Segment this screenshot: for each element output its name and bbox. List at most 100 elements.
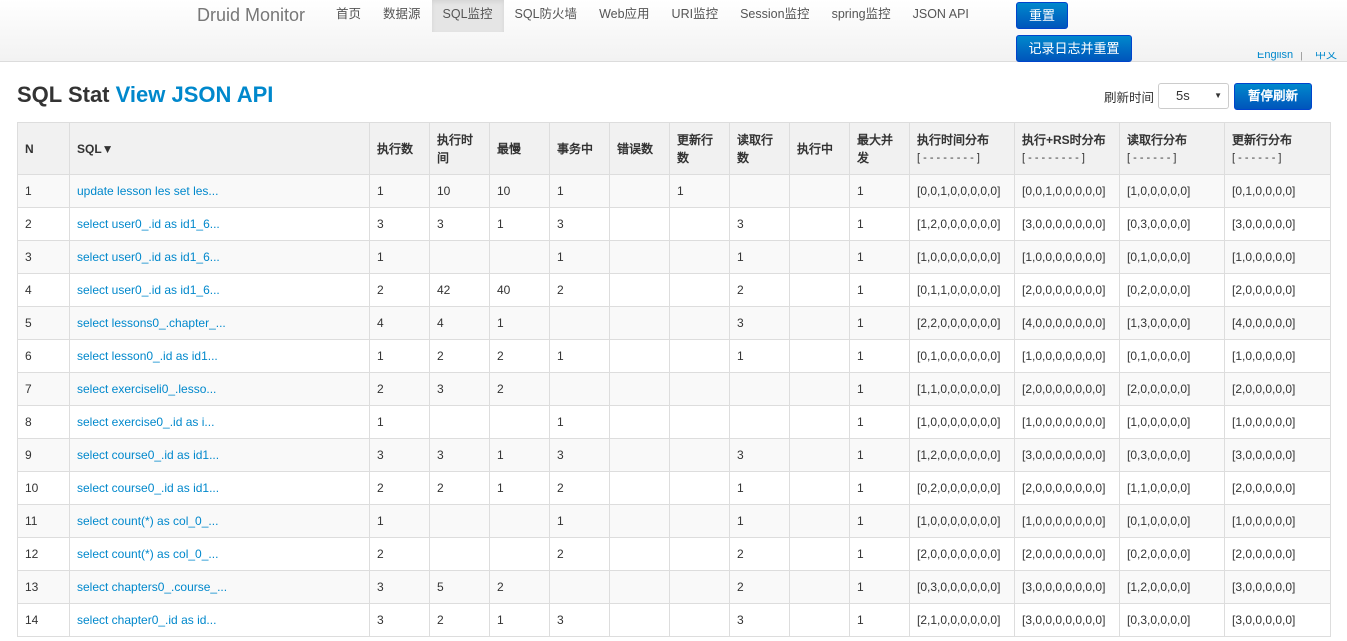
table-cell: 6 bbox=[17, 339, 70, 373]
brand-title[interactable]: Druid Monitor bbox=[197, 5, 305, 26]
table-cell: [1,2,0,0,0,0,0,0] bbox=[909, 207, 1015, 241]
column-header: 读取行数 bbox=[729, 122, 790, 175]
table-cell: [3,0,0,0,0,0,0,0] bbox=[1014, 207, 1120, 241]
table-cell bbox=[669, 603, 730, 637]
table-cell: 2 bbox=[489, 372, 550, 406]
table-cell: [2,0,0,0,0,0] bbox=[1119, 372, 1225, 406]
nav-item[interactable]: JSON API bbox=[902, 0, 980, 32]
table-cell bbox=[789, 306, 850, 340]
table-cell: select user0_.id as id1_6... bbox=[69, 240, 370, 274]
sql-link[interactable]: select count(*) as col_0_... bbox=[77, 547, 218, 561]
table-cell: 3 bbox=[729, 207, 790, 241]
table-cell bbox=[729, 174, 790, 208]
view-json-api-link[interactable]: View JSON API bbox=[116, 82, 274, 107]
nav-item[interactable]: Session监控 bbox=[729, 0, 820, 32]
table-cell bbox=[669, 240, 730, 274]
table-cell: [3,0,0,0,0,0] bbox=[1224, 207, 1331, 241]
sql-link[interactable]: select course0_.id as id1... bbox=[77, 448, 219, 462]
table-cell bbox=[609, 537, 670, 571]
column-header-label: 错误数 bbox=[617, 141, 654, 156]
sql-link[interactable]: select course0_.id as id1... bbox=[77, 481, 219, 495]
nav-item[interactable]: SQL监控 bbox=[431, 0, 504, 32]
table-body: 1 update lesson les set les... 1 10 10 1 1 1 [0,… bbox=[17, 174, 1331, 637]
table-row: 4 select user0_.id as id1_6... 2 42 40 2 2 1 [0,… bbox=[17, 273, 1331, 307]
sql-link[interactable]: select chapters0_.course_... bbox=[77, 580, 227, 594]
table-cell bbox=[609, 372, 670, 406]
nav-item[interactable]: 数据源 bbox=[372, 0, 432, 32]
nav-item[interactable]: SQL防火墙 bbox=[504, 0, 589, 32]
sql-stat-table: N SQL▼ 执行数 执行时间 最慢 事务中 错误数 更新行数 读取行数 执行中 最大并发 执行时间分… bbox=[17, 122, 1331, 637]
table-cell bbox=[789, 603, 850, 637]
table-cell: 1 bbox=[489, 438, 550, 472]
table-cell: 3 bbox=[429, 438, 490, 472]
log-and-reset-button[interactable]: 记录日志并重置 bbox=[1016, 35, 1132, 62]
lang-english-link[interactable]: English bbox=[1257, 52, 1293, 64]
sql-link[interactable]: select exercise0_.id as i... bbox=[77, 415, 214, 429]
table-cell: select course0_.id as id1... bbox=[69, 471, 370, 505]
sql-link[interactable]: select user0_.id as id1_6... bbox=[77, 250, 220, 264]
table-cell bbox=[549, 372, 610, 406]
column-header: 执行+RS时分布 [ - - - - - - - - ] bbox=[1014, 122, 1120, 175]
table-row: 2 select user0_.id as id1_6... 3 3 1 3 3 1 [1,2,… bbox=[17, 207, 1331, 241]
table-cell: [0,1,0,0,0,0,0,0] bbox=[909, 339, 1015, 373]
sql-link[interactable]: select lessons0_.chapter_... bbox=[77, 316, 226, 330]
nav-item[interactable]: Web应用 bbox=[588, 0, 660, 32]
table-cell: 4 bbox=[429, 306, 490, 340]
table-cell: [0,3,0,0,0,0] bbox=[1119, 207, 1225, 241]
table-cell: select count(*) as col_0_... bbox=[69, 504, 370, 538]
table-cell: 10 bbox=[429, 174, 490, 208]
table-cell: 1 bbox=[549, 174, 610, 208]
table-cell bbox=[789, 372, 850, 406]
column-header-label: 最大并发 bbox=[857, 132, 894, 165]
table-cell: 2 bbox=[369, 273, 430, 307]
sql-link[interactable]: select count(*) as col_0_... bbox=[77, 514, 218, 528]
table-cell bbox=[789, 537, 850, 571]
table-cell: [2,2,0,0,0,0,0,0] bbox=[909, 306, 1015, 340]
table-cell: 1 bbox=[849, 339, 910, 373]
table-cell bbox=[789, 339, 850, 373]
table-row: 12 select count(*) as col_0_... 2 2 2 1 [2,0,0… bbox=[17, 537, 1331, 571]
table-cell: select chapter0_.id as id... bbox=[69, 603, 370, 637]
sql-link[interactable]: select user0_.id as id1_6... bbox=[77, 283, 220, 297]
refresh-interval-select[interactable]: 5s ▼ bbox=[1158, 83, 1229, 109]
column-header: 执行中 bbox=[789, 122, 850, 175]
sql-link[interactable]: select chapter0_.id as id... bbox=[77, 613, 216, 627]
table-cell bbox=[609, 240, 670, 274]
table-cell bbox=[549, 570, 610, 604]
table-cell: 3 bbox=[549, 207, 610, 241]
table-cell bbox=[789, 471, 850, 505]
top-navbar: Druid Monitor 首页 数据源 SQL监控 SQL防火墙 Web应用 URI监控… bbox=[0, 0, 1347, 62]
table-row: 13 select chapters0_.course_... 3 5 2 2 1 [0,3,… bbox=[17, 570, 1331, 604]
table-cell bbox=[609, 273, 670, 307]
table-cell: [2,0,0,0,0,0,0,0] bbox=[1014, 471, 1120, 505]
table-cell: 3 bbox=[429, 207, 490, 241]
table-cell bbox=[789, 174, 850, 208]
sql-link[interactable]: select lesson0_.id as id1... bbox=[77, 349, 218, 363]
sql-link[interactable]: select exerciseli0_.lesso... bbox=[77, 382, 216, 396]
lang-chinese-link[interactable]: 中文 bbox=[1315, 52, 1337, 64]
reset-button[interactable]: 重置 bbox=[1016, 2, 1068, 29]
column-header-label: 执行+RS时分布 bbox=[1022, 132, 1106, 147]
sql-link[interactable]: update lesson les set les... bbox=[77, 184, 218, 198]
table-cell: select exerciseli0_.lesso... bbox=[69, 372, 370, 406]
column-header: 最大并发 bbox=[849, 122, 910, 175]
table-cell: 5 bbox=[17, 306, 70, 340]
nav-item[interactable]: URI监控 bbox=[661, 0, 730, 32]
table-cell: [2,0,0,0,0,0] bbox=[1224, 471, 1331, 505]
table-cell: [1,0,0,0,0,0] bbox=[1224, 504, 1331, 538]
column-header[interactable]: SQL▼ bbox=[69, 122, 370, 175]
column-header: 更新行分布 [ - - - - - - ] bbox=[1224, 122, 1331, 175]
sql-link[interactable]: select user0_.id as id1_6... bbox=[77, 217, 220, 231]
table-cell: 1 bbox=[729, 504, 790, 538]
table-cell: 2 bbox=[729, 273, 790, 307]
table-cell: 13 bbox=[17, 570, 70, 604]
pause-refresh-button[interactable]: 暂停刷新 bbox=[1234, 83, 1312, 110]
table-cell: [0,3,0,0,0,0] bbox=[1119, 603, 1225, 637]
table-cell bbox=[669, 339, 730, 373]
nav-item[interactable]: spring监控 bbox=[821, 0, 902, 32]
table-cell bbox=[489, 240, 550, 274]
table-cell: [2,0,0,0,0,0] bbox=[1224, 537, 1331, 571]
column-header-label: 读取行分布 bbox=[1127, 132, 1188, 147]
nav-item[interactable]: 首页 bbox=[325, 0, 372, 32]
table-cell: 3 bbox=[369, 603, 430, 637]
